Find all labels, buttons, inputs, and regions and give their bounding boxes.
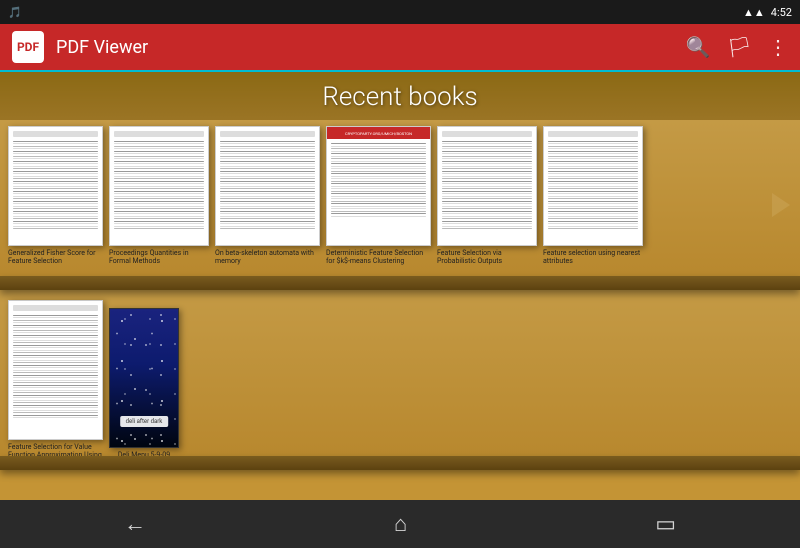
app-title: PDF Viewer bbox=[56, 37, 674, 58]
list-item[interactable]: Feature Selection via Probabilistic Outp… bbox=[437, 126, 537, 266]
book-title: Proceedings Quantities in Formal Methods bbox=[109, 249, 209, 266]
shelf-row-1: Generalized Fisher Score for Feature Sel… bbox=[0, 120, 800, 290]
book-banner: CRYPTOPARTY.ORG/UMICH/BOSTON bbox=[327, 127, 430, 139]
book-dark-subtitle: deli after dark bbox=[120, 416, 168, 427]
more-options-icon[interactable]: ⋮ bbox=[768, 35, 788, 59]
search-icon[interactable]: 🔍 bbox=[686, 35, 711, 59]
status-bar: 🎵 ▲▲ 4:52 bbox=[0, 0, 800, 24]
wifi-icon: ▲▲ bbox=[743, 6, 765, 19]
book-title: Generalized Fisher Score for Feature Sel… bbox=[8, 249, 103, 266]
nav-bar: ← ⌂ ▭ bbox=[0, 500, 800, 548]
list-item[interactable]: CRYPTOPARTY.ORG/UMICH/BOSTON bbox=[326, 126, 431, 266]
folder-icon[interactable]: 🏳 bbox=[727, 35, 752, 59]
book-title: Feature Selection via Probabilistic Outp… bbox=[437, 249, 537, 266]
shelf-title: Recent books bbox=[0, 72, 800, 120]
list-item[interactable]: On beta-skeleton automata with memory bbox=[215, 126, 320, 266]
list-item[interactable]: Proceedings Quantities in Formal Methods bbox=[109, 126, 209, 266]
shelf-surface-1 bbox=[0, 276, 800, 290]
list-item[interactable]: Feature Selection for Value Function App… bbox=[8, 300, 103, 460]
shelf-surface-2 bbox=[0, 456, 800, 470]
book-title: On beta-skeleton automata with memory bbox=[215, 249, 320, 266]
books-row-1: Generalized Fisher Score for Feature Sel… bbox=[0, 120, 800, 280]
list-item[interactable]: Feature selection using nearest attribut… bbox=[543, 126, 643, 266]
status-right: ▲▲ 4:52 bbox=[743, 6, 792, 19]
book-title: Deterministic Feature Selection for $k$-… bbox=[326, 249, 431, 266]
toolbar-icons: 🔍 🏳 ⋮ bbox=[686, 35, 788, 59]
list-item[interactable]: deli after dark Deli Menu 5-9-09 bbox=[109, 308, 179, 459]
recents-button[interactable]: ▭ bbox=[655, 512, 676, 537]
notification-icon: 🎵 bbox=[8, 6, 22, 19]
time-display: 4:52 bbox=[771, 6, 792, 19]
home-button[interactable]: ⌂ bbox=[394, 511, 407, 537]
shelf-row-2: Feature Selection for Value Function App… bbox=[0, 290, 800, 470]
books-row-2: Feature Selection for Value Function App… bbox=[0, 290, 800, 474]
status-left: 🎵 bbox=[8, 6, 22, 19]
bookshelf: Recent books bbox=[0, 72, 800, 500]
app-bar: PDF PDF Viewer 🔍 🏳 ⋮ bbox=[0, 24, 800, 72]
app-logo: PDF bbox=[12, 31, 44, 63]
book-title: Feature selection using nearest attribut… bbox=[543, 249, 643, 266]
list-item[interactable]: Generalized Fisher Score for Feature Sel… bbox=[8, 126, 103, 266]
back-button[interactable]: ← bbox=[124, 511, 146, 537]
